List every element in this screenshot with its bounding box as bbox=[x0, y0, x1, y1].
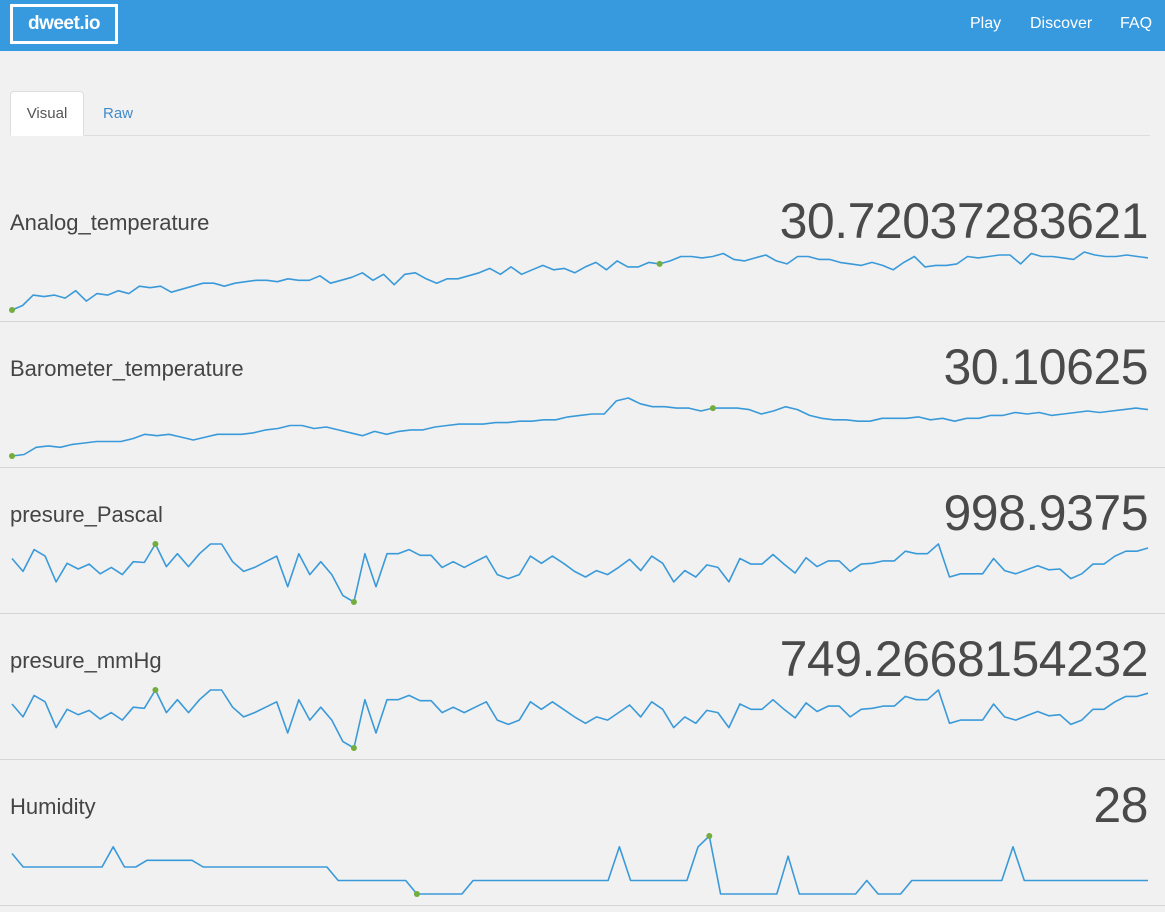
sparkline-min-marker bbox=[413, 891, 420, 897]
metric-value: 28 bbox=[1093, 777, 1148, 833]
sparkline-max-marker bbox=[709, 405, 716, 412]
sparkline-path bbox=[11, 543, 1149, 603]
sparkline-min-marker bbox=[9, 453, 15, 459]
metric-row: Humidity 28 bbox=[0, 760, 1165, 906]
sparkline-min-marker bbox=[9, 307, 15, 313]
sparkline-max-marker bbox=[656, 260, 663, 267]
sparkline-max-marker bbox=[152, 687, 159, 693]
sparkline-chart bbox=[11, 833, 1148, 897]
metric-row: presure_Pascal 998.9375 bbox=[0, 468, 1165, 614]
metric-row: Analog_temperature 30.72037283621 bbox=[0, 176, 1165, 322]
sparkline-path bbox=[11, 397, 1149, 457]
nav-link-play[interactable]: Play bbox=[970, 15, 1001, 33]
metric-name: Analog_temperature bbox=[10, 210, 210, 235]
metric-name: presure_mmHg bbox=[10, 648, 162, 673]
metric-value: 749.2668154232 bbox=[779, 631, 1149, 687]
sparkline-min-marker bbox=[350, 745, 357, 751]
brand-logo[interactable]: dweet.io bbox=[10, 4, 118, 44]
navbar: dweet.io Play Discover FAQ bbox=[0, 0, 1165, 51]
sparkline-chart bbox=[9, 397, 1149, 459]
sparkline-max-marker bbox=[152, 541, 159, 547]
sparkline-path bbox=[11, 835, 1148, 895]
metric-name: presure_Pascal bbox=[10, 502, 163, 527]
sparkline-path bbox=[11, 251, 1149, 311]
tab-visual[interactable]: Visual bbox=[10, 91, 84, 136]
metric-value: 30.72037283621 bbox=[779, 193, 1149, 249]
view-tabs: Visual Raw bbox=[10, 91, 1150, 136]
sparkline-max-marker bbox=[706, 833, 713, 839]
sparkline-chart bbox=[9, 251, 1149, 313]
metric-value: 30.10625 bbox=[943, 339, 1148, 395]
nav-link-discover[interactable]: Discover bbox=[1030, 15, 1092, 33]
sparkline-path bbox=[11, 689, 1149, 749]
metric-value: 998.9375 bbox=[943, 485, 1148, 541]
metric-row: presure_mmHg 749.2668154232 bbox=[0, 614, 1165, 760]
nav-link-faq[interactable]: FAQ bbox=[1120, 15, 1152, 33]
metric-name: Humidity bbox=[10, 794, 96, 819]
sparkline-chart bbox=[11, 687, 1149, 751]
metric-name: Barometer_temperature bbox=[10, 356, 244, 381]
sparkline-min-marker bbox=[350, 599, 357, 605]
sparkline-chart bbox=[11, 541, 1149, 605]
metric-row: Barometer_temperature 30.10625 bbox=[0, 322, 1165, 468]
tab-raw[interactable]: Raw bbox=[94, 91, 142, 136]
